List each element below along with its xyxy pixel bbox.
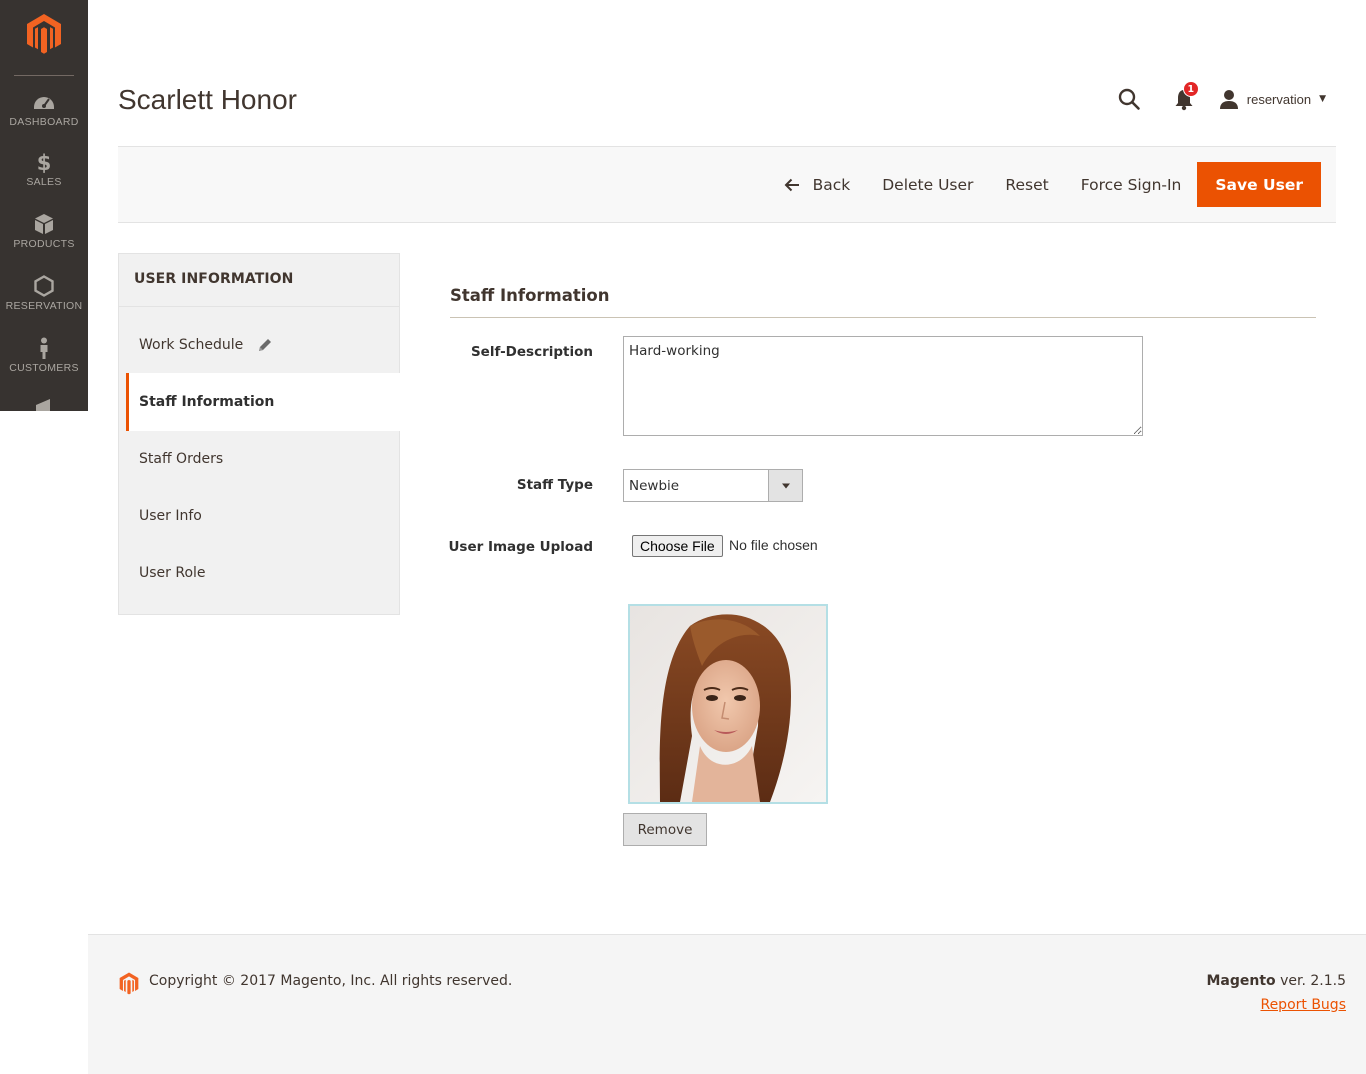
page-actions: Back Delete User Reset Force Sign-In Sav… bbox=[768, 162, 1321, 207]
tab-user-info[interactable]: User Info bbox=[119, 487, 399, 544]
select-toggle[interactable] bbox=[768, 470, 802, 501]
chevron-down-icon: ▼ bbox=[1319, 94, 1326, 104]
username-label: reservation bbox=[1246, 91, 1312, 107]
section-divider bbox=[450, 317, 1316, 318]
magento-logo-icon bbox=[119, 972, 139, 995]
hexagon-icon bbox=[34, 275, 54, 297]
speedometer-icon bbox=[34, 97, 54, 109]
search-icon[interactable] bbox=[1117, 87, 1141, 111]
version-text: Magento ver. 2.1.5 bbox=[1206, 973, 1346, 989]
person-icon bbox=[40, 337, 48, 359]
tab-label: User Info bbox=[139, 507, 202, 524]
save-user-button[interactable]: Save User bbox=[1197, 162, 1321, 207]
notification-count-badge: 1 bbox=[1182, 81, 1199, 97]
magento-logo-icon[interactable] bbox=[24, 12, 64, 54]
remove-image-button[interactable]: Remove bbox=[623, 813, 707, 846]
menu-item-reservation[interactable]: RESERVATION bbox=[0, 274, 88, 332]
back-button[interactable]: Back bbox=[768, 162, 867, 207]
box-icon bbox=[35, 214, 53, 234]
menu-item-label: PRODUCTS bbox=[13, 238, 75, 250]
staff-type-value: Newbie bbox=[629, 478, 680, 494]
version-number: ver. 2.1.5 bbox=[1275, 973, 1346, 989]
tab-label: User Role bbox=[139, 564, 206, 581]
tabs-title: USER INFORMATION bbox=[134, 271, 294, 287]
tab-label: Staff Information bbox=[139, 394, 275, 410]
self-description-textarea[interactable]: Hard-working bbox=[623, 336, 1143, 436]
report-bugs-link[interactable]: Report Bugs bbox=[1260, 997, 1346, 1013]
menu-item-label: RESERVATION bbox=[5, 300, 83, 312]
menu-item-dashboard[interactable]: DASHBOARD bbox=[0, 90, 88, 148]
dollar-icon: $ bbox=[37, 151, 52, 174]
menu-item-products[interactable]: PRODUCTS bbox=[0, 212, 88, 270]
pencil-icon bbox=[259, 338, 272, 351]
menu-divider bbox=[14, 75, 74, 76]
page-footer: Copyright © 2017 Magento, Inc. All right… bbox=[88, 934, 1366, 1074]
choose-file-button[interactable]: Choose File bbox=[632, 535, 723, 557]
menu-item-label: SALES bbox=[26, 176, 62, 188]
admin-menu: DASHBOARD $ SALES PRODUCTS RESERVATION C… bbox=[0, 0, 88, 411]
copyright-text: Copyright © 2017 Magento, Inc. All right… bbox=[149, 973, 513, 989]
tab-staff-orders[interactable]: Staff Orders bbox=[119, 430, 399, 487]
delete-user-button[interactable]: Delete User bbox=[866, 162, 989, 207]
user-account-menu[interactable]: reservation ▼ bbox=[1219, 89, 1326, 109]
tab-label: Staff Orders bbox=[139, 450, 224, 467]
staff-type-select[interactable]: Newbie bbox=[623, 469, 803, 502]
menu-item-label: CUSTOMERS bbox=[9, 362, 79, 374]
menu-item-sales[interactable]: $ SALES bbox=[0, 150, 88, 208]
menu-item-customers[interactable]: CUSTOMERS bbox=[0, 336, 88, 394]
force-signin-button[interactable]: Force Sign-In bbox=[1065, 162, 1198, 207]
tab-label: Work Schedule bbox=[139, 336, 244, 353]
staff-type-label: Staff Type bbox=[516, 477, 593, 493]
image-upload-label: User Image Upload bbox=[448, 539, 593, 555]
menu-item-label: DASHBOARD bbox=[9, 116, 79, 128]
user-image-preview bbox=[628, 604, 828, 804]
file-status-text: No file chosen bbox=[729, 537, 818, 553]
tab-staff-information[interactable]: Staff Information bbox=[126, 373, 400, 431]
user-icon bbox=[1219, 90, 1238, 109]
caret-down-icon bbox=[781, 483, 790, 488]
back-button-label: Back bbox=[812, 175, 851, 194]
arrow-left-icon bbox=[784, 178, 799, 191]
brand-name: Magento bbox=[1206, 973, 1276, 989]
page-actions-bar: Back Delete User Reset Force Sign-In Sav… bbox=[118, 146, 1336, 223]
section-title: Staff Information bbox=[450, 286, 610, 305]
notifications-button[interactable]: 1 bbox=[1173, 81, 1199, 111]
reset-button[interactable]: Reset bbox=[989, 162, 1064, 207]
marketing-icon[interactable] bbox=[32, 398, 56, 411]
page-title: Scarlett Honor bbox=[118, 84, 297, 115]
user-photo bbox=[630, 606, 826, 802]
svg-text:$: $ bbox=[37, 151, 52, 174]
tab-user-role[interactable]: User Role bbox=[119, 544, 399, 601]
divider bbox=[119, 306, 399, 307]
self-description-label: Self-Description bbox=[470, 344, 593, 360]
header-actions: 1 reservation ▼ bbox=[1117, 81, 1326, 114]
tab-work-schedule[interactable]: Work Schedule bbox=[119, 316, 400, 373]
